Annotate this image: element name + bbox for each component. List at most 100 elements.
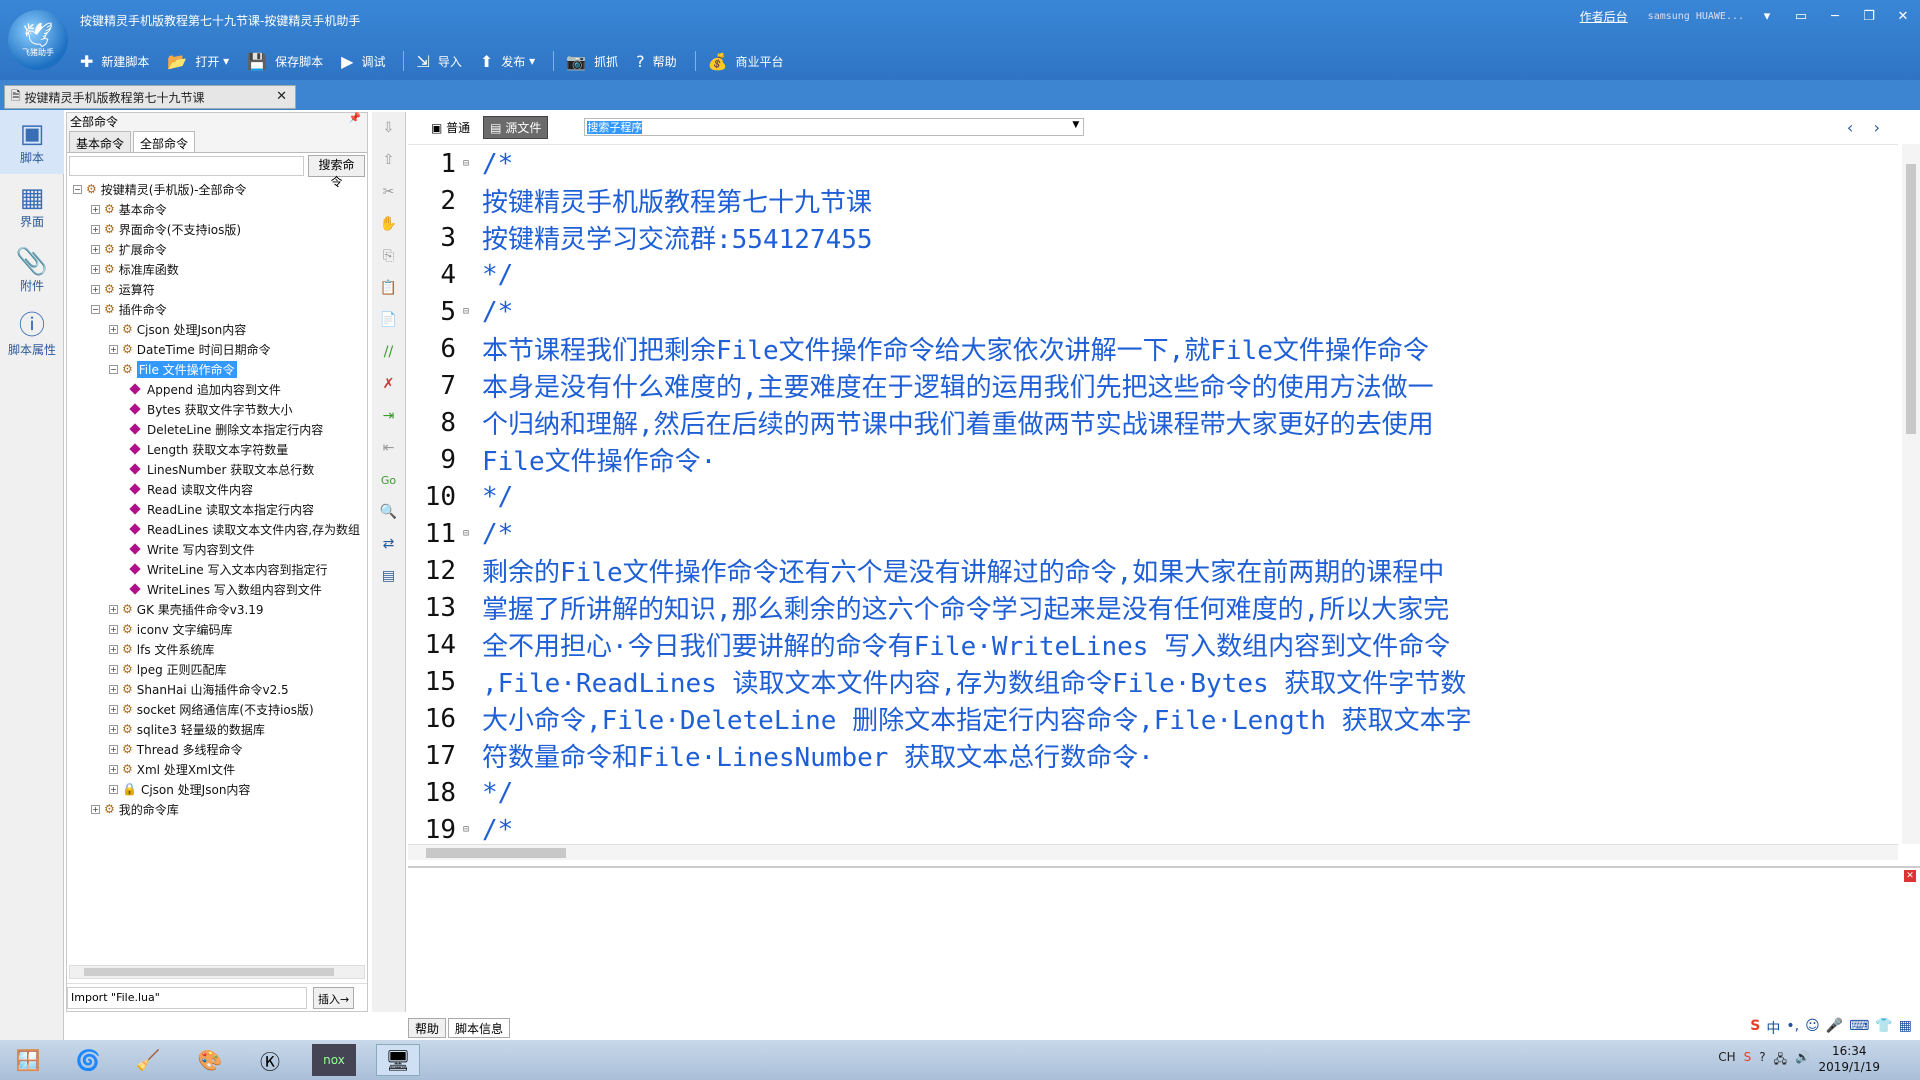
- expander-icon[interactable]: −: [91, 304, 100, 314]
- skin-button[interactable]: ▭: [1784, 9, 1818, 24]
- chinese-mode-icon[interactable]: 中: [1766, 1018, 1780, 1038]
- expander-icon[interactable]: +: [91, 204, 100, 214]
- expander-icon[interactable]: +: [109, 644, 118, 654]
- tree-folder-item[interactable]: + ⚙ ShanHai 山海插件命令v2.5: [67, 679, 367, 699]
- tree-folder-item[interactable]: + ⚙ DateTime 时间日期命令: [67, 339, 367, 359]
- taskbar-app-2-icon[interactable]: 🧹: [126, 1044, 170, 1076]
- uncomment-icon[interactable]: ✗: [383, 368, 395, 400]
- indent-icon[interactable]: ⇥: [383, 400, 395, 432]
- grid-icon[interactable]: ▦: [1899, 1018, 1912, 1038]
- tree-folder-item[interactable]: + ⚙ 标准库函数: [67, 259, 367, 279]
- volume-icon[interactable]: 🔊: [1795, 1050, 1810, 1071]
- expander-icon[interactable]: −: [109, 364, 118, 374]
- search-command-button[interactable]: 搜索命令: [308, 155, 365, 189]
- capture-button[interactable]: 📷 抓抓: [566, 52, 618, 71]
- code-line[interactable]: 1 ⊟ /*: [408, 145, 1898, 182]
- tree-leaf-item[interactable]: WriteLine 写入文本内容到指定行: [67, 559, 367, 579]
- clipboard-icon[interactable]: 📄: [380, 304, 397, 336]
- expander-icon[interactable]: +: [109, 764, 118, 774]
- expander-icon[interactable]: +: [109, 344, 118, 354]
- tree-leaf-item[interactable]: WriteLines 写入数组内容到文件: [67, 579, 367, 599]
- taskbar-nox-icon[interactable]: nox: [312, 1044, 356, 1076]
- expander-icon[interactable]: +: [109, 684, 118, 694]
- move-up-icon[interactable]: ⇧: [383, 144, 395, 176]
- author-backend-link[interactable]: 作者后台: [1580, 8, 1628, 25]
- comment-icon[interactable]: //: [384, 336, 393, 368]
- expander-icon[interactable]: +: [91, 224, 100, 234]
- clock[interactable]: 16:34 2019/1/19: [1818, 1043, 1880, 1075]
- subroutine-select[interactable]: 搜索子程序 ▼: [584, 118, 1085, 136]
- code-line[interactable]: 17 符数量命令和File·LinesNumber 获取文本总行数命令·: [408, 737, 1898, 774]
- close-tab-icon[interactable]: ✕: [276, 89, 287, 104]
- code-line[interactable]: 6 本节课程我们把剩余File文件操作命令给大家依次讲解一下,就File文件操作命…: [408, 330, 1898, 367]
- find-icon[interactable]: 🔍: [380, 496, 397, 528]
- tree-folder-item[interactable]: + ⚙ lpeg 正则匹配库: [67, 659, 367, 679]
- code-line[interactable]: 2 按键精灵手机版教程第七十九节课: [408, 182, 1898, 219]
- help-button[interactable]: ? 帮助: [636, 52, 677, 71]
- restore-button[interactable]: ❐: [1852, 9, 1886, 24]
- tree-folder-item[interactable]: − ⚙ File 文件操作命令: [67, 359, 367, 379]
- tree-leaf-item[interactable]: Read 读取文件内容: [67, 479, 367, 499]
- expander-icon[interactable]: +: [109, 744, 118, 754]
- sogou-icon[interactable]: S: [1750, 1018, 1760, 1038]
- code-line[interactable]: 14 全不用担心·今日我们要讲解的命令有File·WriteLines 写入数组内…: [408, 626, 1898, 663]
- tree-folder-item[interactable]: + ⚙ Xml 处理Xml文件: [67, 759, 367, 779]
- help-tray-icon[interactable]: ?: [1759, 1050, 1765, 1071]
- tree-folder-item[interactable]: − ⚙ 按键精灵(手机版)-全部命令: [67, 179, 367, 199]
- tree-folder-item[interactable]: + ⚙ 我的命令库: [67, 799, 367, 819]
- new-script-button[interactable]: ✚ 新建脚本: [80, 52, 149, 71]
- document-tab[interactable]: 🗎 按键精灵手机版教程第七十九节课 ✕: [4, 85, 296, 109]
- scroll-thumb[interactable]: [426, 848, 566, 858]
- back-arrow-icon[interactable]: ‹: [1847, 118, 1853, 137]
- format-icon[interactable]: ▤: [382, 560, 395, 592]
- taskbar-app-1-icon[interactable]: 🌀: [66, 1044, 110, 1076]
- tab-script-info[interactable]: 脚本信息: [448, 1018, 511, 1038]
- rail-props[interactable]: ⓘ 脚本属性: [0, 302, 64, 366]
- tree-folder-item[interactable]: + ⚙ 扩展命令: [67, 239, 367, 259]
- market-button[interactable]: 💰 商业平台: [708, 52, 784, 71]
- expander-icon[interactable]: −: [73, 184, 82, 194]
- device-dropdown-icon[interactable]: ▾: [1750, 9, 1784, 24]
- import-button[interactable]: ⇲ 导入: [416, 52, 461, 71]
- tree-leaf-item[interactable]: DeleteLine 删除文本指定行内容: [67, 419, 367, 439]
- close-output-icon[interactable]: ✕: [1904, 870, 1916, 882]
- rail-ui[interactable]: ▦ 界面: [0, 174, 64, 238]
- command-tree-hscrollbar[interactable]: [69, 965, 365, 979]
- scroll-thumb[interactable]: [1906, 164, 1916, 434]
- tree-folder-item[interactable]: + ⚙ lfs 文件系统库: [67, 639, 367, 659]
- taskbar-app-3-icon[interactable]: 🎨: [188, 1044, 232, 1076]
- code-line[interactable]: 12 剩余的File文件操作命令还有六个是没有讲解过的命令,如果大家在前两期的课程…: [408, 552, 1898, 589]
- tree-leaf-item[interactable]: Length 获取文本字符数量: [67, 439, 367, 459]
- command-search-input[interactable]: [69, 156, 304, 176]
- publish-button[interactable]: ⬆ 发布 ▾: [480, 52, 535, 71]
- insert-button[interactable]: 插入→: [313, 986, 355, 1009]
- tree-leaf-item[interactable]: Write 写内容到文件: [67, 539, 367, 559]
- expander-icon[interactable]: +: [109, 724, 118, 734]
- sogou-tray-icon[interactable]: S: [1744, 1050, 1752, 1071]
- expander-icon[interactable]: +: [109, 664, 118, 674]
- tree-folder-item[interactable]: + ⚙ 界面命令(不支持ios版): [67, 219, 367, 239]
- scroll-thumb[interactable]: [84, 968, 334, 976]
- code-line[interactable]: 9 File文件操作命令·: [408, 441, 1898, 478]
- fold-toggle-icon[interactable]: ⊟: [460, 824, 472, 835]
- tree-folder-item[interactable]: + ⚙ GK 果壳插件命令v3.19: [67, 599, 367, 619]
- tree-leaf-item[interactable]: LinesNumber 获取文本总行数: [67, 459, 367, 479]
- expander-icon[interactable]: +: [91, 244, 100, 254]
- open-button[interactable]: 📂 打开 ▾: [167, 52, 229, 71]
- fold-toggle-icon[interactable]: ⊟: [460, 158, 472, 169]
- mode-source-button[interactable]: ▤ 源文件: [483, 115, 549, 139]
- device-selector[interactable]: samsung HUAWE...: [1648, 11, 1744, 22]
- code-line[interactable]: 4 */: [408, 256, 1898, 293]
- code-line[interactable]: 10 */: [408, 478, 1898, 515]
- emoji-icon[interactable]: ☺: [1805, 1018, 1820, 1038]
- pin-icon[interactable]: 📌: [349, 113, 361, 124]
- fold-toggle-icon[interactable]: ⊟: [460, 528, 472, 539]
- paste-icon[interactable]: 📋: [380, 272, 397, 304]
- fold-toggle-icon[interactable]: ⊟: [460, 306, 472, 317]
- expander-icon[interactable]: +: [91, 284, 100, 294]
- tab-help[interactable]: 帮助: [408, 1018, 447, 1038]
- minimize-button[interactable]: ─: [1818, 9, 1852, 24]
- code-line[interactable]: 16 大小命令,File·DeleteLine 删除文本指定行内容命令,File·…: [408, 700, 1898, 737]
- tree-folder-item[interactable]: + ⚙ socket 网络通信库(不支持ios版): [67, 699, 367, 719]
- taskbar-active-app-icon[interactable]: 🖥: [376, 1044, 420, 1076]
